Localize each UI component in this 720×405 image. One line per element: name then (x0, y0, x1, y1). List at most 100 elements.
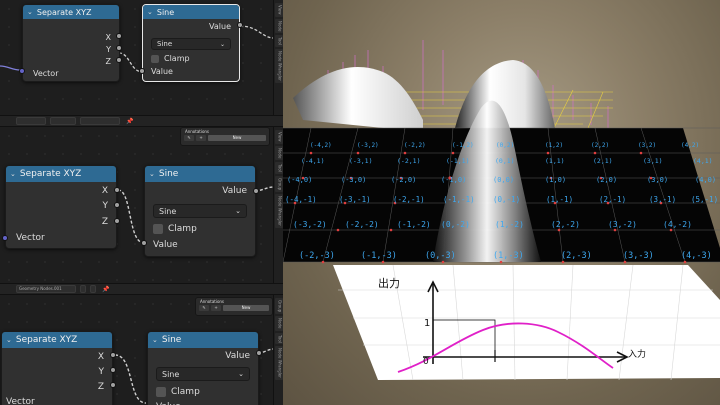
chevron-down-icon: ⌄ (238, 370, 244, 378)
y-output-socket[interactable] (110, 367, 116, 373)
clamp-checkbox[interactable]: Clamp (153, 224, 197, 234)
label-row-p2: (-3,2) (357, 142, 379, 149)
value-field[interactable] (80, 117, 120, 125)
checkbox-box[interactable] (153, 224, 163, 234)
label-row-m1: (-4,-1) (285, 195, 317, 204)
label-row-m3: (1,-3) (493, 251, 524, 261)
operation-dropdown[interactable]: Sine ⌄ (153, 204, 247, 218)
node-title: Sine (158, 169, 179, 179)
label-row-p1: (4,1) (693, 157, 713, 165)
tab-node[interactable]: Node (274, 145, 283, 160)
tab-view[interactable]: View (274, 130, 283, 144)
label-row-m2: (2,-2) (551, 220, 580, 229)
label-row-m3: (-1,-3) (361, 251, 397, 261)
sine-node[interactable]: ⌄Sine Value Sine⌄ Clamp Value (142, 4, 240, 82)
3d-viewport[interactable]: (-4,2) (-3,2) (-2,2) (-1,2) (0,2) (1,2) … (283, 0, 720, 405)
value-output-socket[interactable] (237, 22, 243, 28)
clamp-label: Clamp (168, 224, 197, 234)
node-tree-field[interactable]: Geometry Nodes.001 (16, 285, 76, 293)
tab-group[interactable]: Group (274, 298, 283, 315)
tab-group[interactable]: Group (274, 175, 283, 192)
tab-node-wrangler[interactable]: Node Wrangler (274, 193, 283, 228)
label-row-p2: (1,2) (545, 142, 563, 149)
label-row-m2: (-1,-2) (397, 220, 431, 229)
new-annotation-button[interactable]: New (223, 305, 269, 311)
clamp-label: Clamp (164, 54, 190, 63)
vector-input-socket[interactable] (19, 68, 25, 74)
tab-tool[interactable]: Tool (274, 34, 283, 47)
node-title: Sine (161, 335, 182, 345)
angle-field[interactable] (50, 117, 76, 125)
label-row-p1: (-1,1) (446, 157, 469, 165)
value-output-socket[interactable] (253, 188, 259, 194)
value-output-socket[interactable] (256, 350, 262, 356)
label-row-p2: (-1,2) (452, 142, 474, 149)
label-row-p1: (0,1) (495, 157, 515, 165)
new-annotation-button[interactable]: New (208, 135, 266, 141)
add-icon[interactable]: + (196, 135, 206, 141)
x-output-socket[interactable] (114, 187, 120, 193)
z-output-label: Z (101, 217, 108, 227)
clamp-label: Clamp (171, 387, 200, 397)
tab-tool[interactable]: Tool (274, 332, 283, 345)
collapse-chevron-icon[interactable]: ⌄ (27, 8, 33, 16)
label-row-m2: (4,-2) (663, 220, 692, 229)
annotate-tool-icon[interactable]: ✎ (199, 305, 209, 311)
tab-node[interactable]: Node (274, 316, 283, 331)
tab-node[interactable]: Node (274, 18, 283, 33)
node-editor-panel-3[interactable]: Annotations ✎ + New ⌄ Separate XYZ X Y Z Ve… (0, 295, 283, 405)
value-input-socket[interactable] (141, 240, 147, 246)
object-field[interactable] (16, 117, 46, 125)
annotate-tool-icon[interactable]: ✎ (184, 135, 194, 141)
separate-xyz-node[interactable]: ⌄ Separate XYZ X Y Z Vector (5, 165, 117, 249)
z-output-socket[interactable] (110, 382, 116, 388)
node-editor-panel-2[interactable]: Annotations ✎ + New ⌄ Separate XYZ X Y Z Ve… (0, 127, 283, 283)
clamp-checkbox[interactable]: Clamp (156, 387, 200, 397)
node-editor-header-1: 📌 (0, 115, 283, 127)
collapse-chevron-icon[interactable]: ⌄ (6, 336, 12, 344)
label-row-0: (-4,0) (287, 176, 312, 184)
x-output-socket[interactable] (110, 352, 116, 358)
value-input-socket[interactable] (139, 68, 145, 74)
tab-view[interactable]: View (274, 3, 283, 17)
label-row-0: (-2,0) (391, 176, 416, 184)
pin-icon[interactable]: 📌 (102, 286, 109, 293)
y-output-socket[interactable] (114, 202, 120, 208)
collapse-chevron-icon[interactable]: ⌄ (147, 8, 153, 16)
label-row-m1: (-3,-1) (339, 195, 371, 204)
tab-node-wrangler[interactable]: Node Wrangler (274, 346, 283, 381)
z-output-socket[interactable] (114, 218, 120, 224)
tab-tool[interactable]: Tool (274, 161, 283, 174)
x-output-socket[interactable] (116, 33, 122, 39)
separate-xyz-node[interactable]: ⌄ Separate XYZ X Y Z Vector (1, 331, 113, 405)
operation-dropdown[interactable]: Sine ⌄ (151, 38, 231, 50)
sidebar-tabs: View Node Tool Node Wrangler (273, 0, 283, 115)
users-field[interactable] (80, 285, 86, 293)
separate-xyz-node[interactable]: ⌄ Separate XYZ X Y Z Vector (22, 4, 120, 82)
y-output-label: Y (106, 45, 111, 54)
node-editor-panel-1[interactable]: ⌄ Separate XYZ X Y Z Vector ⌄ Sine Value S… (0, 0, 283, 115)
sine-node[interactable]: ⌄Sine Value Sine⌄ Clamp Value (144, 165, 256, 257)
clamp-checkbox[interactable]: Clamp (151, 54, 190, 63)
z-output-socket[interactable] (116, 57, 122, 63)
pin-icon[interactable]: 📌 (126, 118, 133, 125)
vector-input-socket[interactable] (2, 235, 8, 241)
fake-user-field[interactable] (90, 285, 96, 293)
checkbox-box[interactable] (151, 54, 159, 63)
annotations-panel[interactable]: Annotations ✎ + New (180, 127, 270, 146)
add-icon[interactable]: + (211, 305, 221, 311)
label-row-p1: (1,1) (545, 157, 565, 165)
sine-node[interactable]: ⌄Sine Value Sine⌄ Clamp Value (147, 331, 259, 405)
y-output-socket[interactable] (116, 45, 122, 51)
tab-node-wrangler[interactable]: Node Wrangler (274, 48, 283, 83)
label-row-0: (3,0) (647, 176, 668, 184)
value-input-label: Value (153, 240, 178, 250)
annotations-panel[interactable]: Annotations ✎ + New (195, 297, 273, 316)
operation-dropdown[interactable]: Sine ⌄ (156, 367, 250, 381)
collapse-chevron-icon[interactable]: ⌄ (152, 336, 158, 344)
collapse-chevron-icon[interactable]: ⌄ (149, 170, 155, 178)
label-row-p1: (-3,1) (349, 157, 372, 165)
collapse-chevron-icon[interactable]: ⌄ (10, 170, 16, 178)
checkbox-box[interactable] (156, 387, 166, 397)
label-row-m2: (1,-2) (495, 220, 524, 229)
